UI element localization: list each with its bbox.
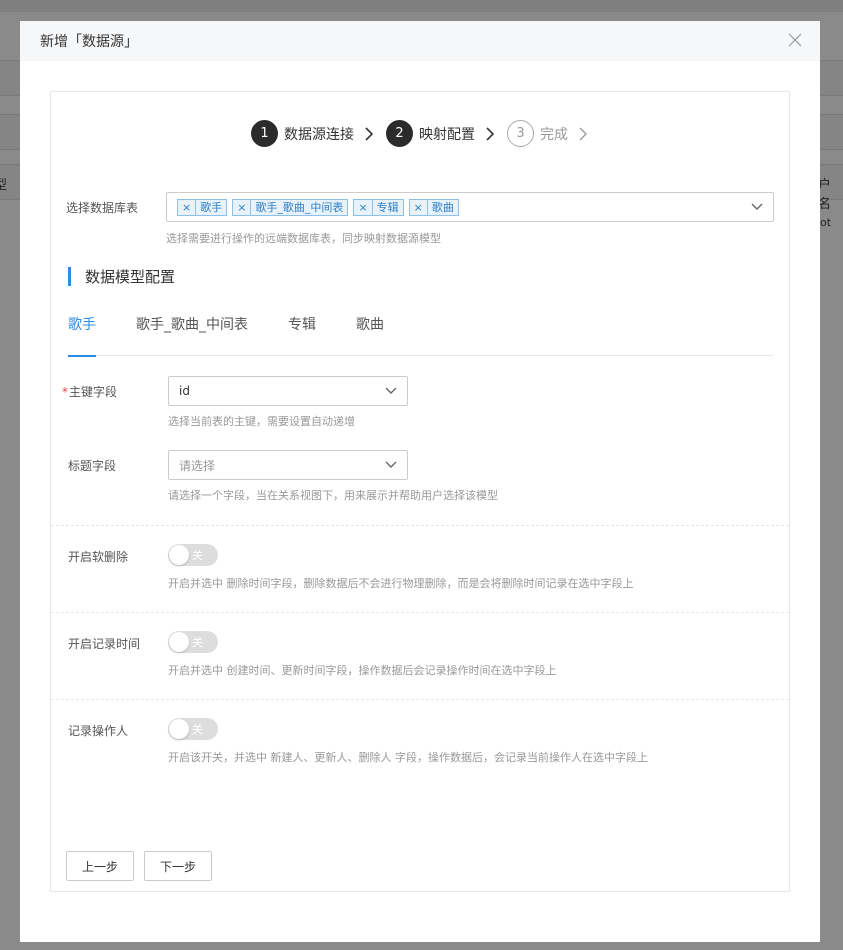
section-title: 数据模型配置 [68, 266, 175, 286]
switch-knob [169, 632, 189, 652]
record-operator-switch[interactable]: 关 [168, 718, 218, 740]
selected-tag: × 歌曲 [408, 198, 459, 216]
primary-key-label: *主键字段 [62, 383, 117, 400]
chevron-down-icon [385, 461, 397, 468]
record-operator-hint: 开启该开关，并选中 新建人、更新人、删除人 字段，操作数据后，会记录当前操作人在… [168, 751, 648, 764]
step-label: 映射配置 [419, 126, 475, 143]
model-tabs: 歌手 歌手_歌曲_中间表 专辑 歌曲 [68, 314, 773, 357]
tab-singer[interactable]: 歌手 [68, 314, 96, 357]
switch-text: 关 [192, 549, 203, 562]
soft-delete-label: 开启软删除 [68, 550, 129, 564]
chevron-down-icon[interactable] [751, 202, 763, 212]
tag-label: 专辑 [376, 200, 399, 214]
remove-tag-icon[interactable]: × [354, 199, 373, 215]
chevron-right-icon [486, 126, 495, 141]
chevron-down-icon [385, 387, 397, 394]
step-2: 2 映射配置 [386, 120, 495, 147]
soft-delete-hint: 开启并选中 删除时间字段，删除数据后不会进行物理删除，而是会将删除时间记录在选中… [168, 577, 634, 590]
modal-dialog: 新增「数据源」 1 数据源连接 2 映射配置 3 完成 选择数据库表 × 歌手 … [20, 21, 820, 942]
section-accent-bar [68, 266, 71, 286]
modal-title: 新增「数据源」 [40, 34, 138, 50]
step-1: 1 数据源连接 [251, 120, 374, 147]
soft-delete-switch[interactable]: 关 [168, 544, 218, 566]
close-icon[interactable] [788, 33, 802, 47]
primary-key-value: id [179, 384, 190, 398]
step-number: 3 [507, 120, 534, 147]
remove-tag-icon[interactable]: × [410, 199, 428, 215]
title-field-select[interactable]: 请选择 [168, 450, 408, 480]
divider [51, 525, 789, 526]
db-tables-hint: 选择需要进行操作的远端数据库表，同步映射数据源模型 [166, 232, 441, 245]
primary-key-select[interactable]: id [168, 376, 408, 406]
switch-text: 关 [192, 723, 203, 736]
required-mark: * [62, 385, 68, 399]
tag-label: 歌曲 [431, 200, 454, 214]
modal-header: 新增「数据源」 [20, 21, 820, 61]
title-field-label: 标题字段 [68, 459, 117, 473]
tag-label: 歌手_歌曲_中间表 [255, 200, 344, 214]
selected-tag: × 歌手 [177, 198, 228, 216]
tab-singer-song-junction[interactable]: 歌手_歌曲_中间表 [136, 314, 248, 356]
switch-text: 关 [192, 636, 203, 649]
primary-key-hint: 选择当前表的主键，需要设置自动递增 [168, 415, 355, 428]
db-tables-label: 选择数据库表 [66, 201, 139, 215]
background-text: 型 [0, 178, 8, 193]
step-number: 2 [386, 120, 413, 147]
background-text: 户名 [818, 178, 832, 212]
remove-tag-icon[interactable]: × [233, 199, 252, 215]
step-label: 数据源连接 [284, 126, 354, 143]
switch-knob [169, 719, 189, 739]
section-title-text: 数据模型配置 [85, 267, 176, 286]
form-panel: 1 数据源连接 2 映射配置 3 完成 选择数据库表 × 歌手 × 歌手_歌曲_… [50, 91, 790, 892]
step-label: 完成 [540, 126, 568, 143]
remove-tag-icon[interactable]: × [178, 199, 197, 215]
primary-key-label-text: 主键字段 [69, 385, 118, 399]
step-3: 3 完成 [507, 120, 588, 147]
record-time-switch[interactable]: 关 [168, 631, 218, 653]
tab-song[interactable]: 歌曲 [356, 314, 384, 356]
steps-indicator: 1 数据源连接 2 映射配置 3 完成 [251, 120, 600, 147]
record-operator-label: 记录操作人 [68, 724, 129, 738]
tag-label: 歌手 [200, 200, 223, 214]
db-tables-select[interactable]: × 歌手 × 歌手_歌曲_中间表 × 专辑 × 歌曲 [166, 192, 774, 222]
divider [51, 699, 789, 700]
switch-knob [169, 545, 189, 565]
step-number: 1 [251, 120, 278, 147]
next-step-button[interactable]: 下一步 [144, 851, 212, 881]
prev-step-button[interactable]: 上一步 [66, 851, 134, 881]
divider [51, 612, 789, 613]
selected-tag: × 歌手_歌曲_中间表 [232, 198, 349, 216]
title-field-hint: 请选择一个字段，当在关系视图下，用来展示并帮助用户选择该模型 [168, 489, 498, 502]
title-field-placeholder: 请选择 [179, 458, 216, 473]
chevron-right-icon [365, 126, 374, 141]
background-text: ot [820, 216, 832, 229]
selected-tag: × 专辑 [353, 198, 404, 216]
record-time-hint: 开启并选中 创建时间、更新时间字段，操作数据后会记录操作时间在选中字段上 [168, 664, 557, 677]
record-time-label: 开启记录时间 [68, 637, 141, 651]
chevron-right-icon [579, 127, 587, 140]
tab-album[interactable]: 专辑 [288, 314, 316, 356]
